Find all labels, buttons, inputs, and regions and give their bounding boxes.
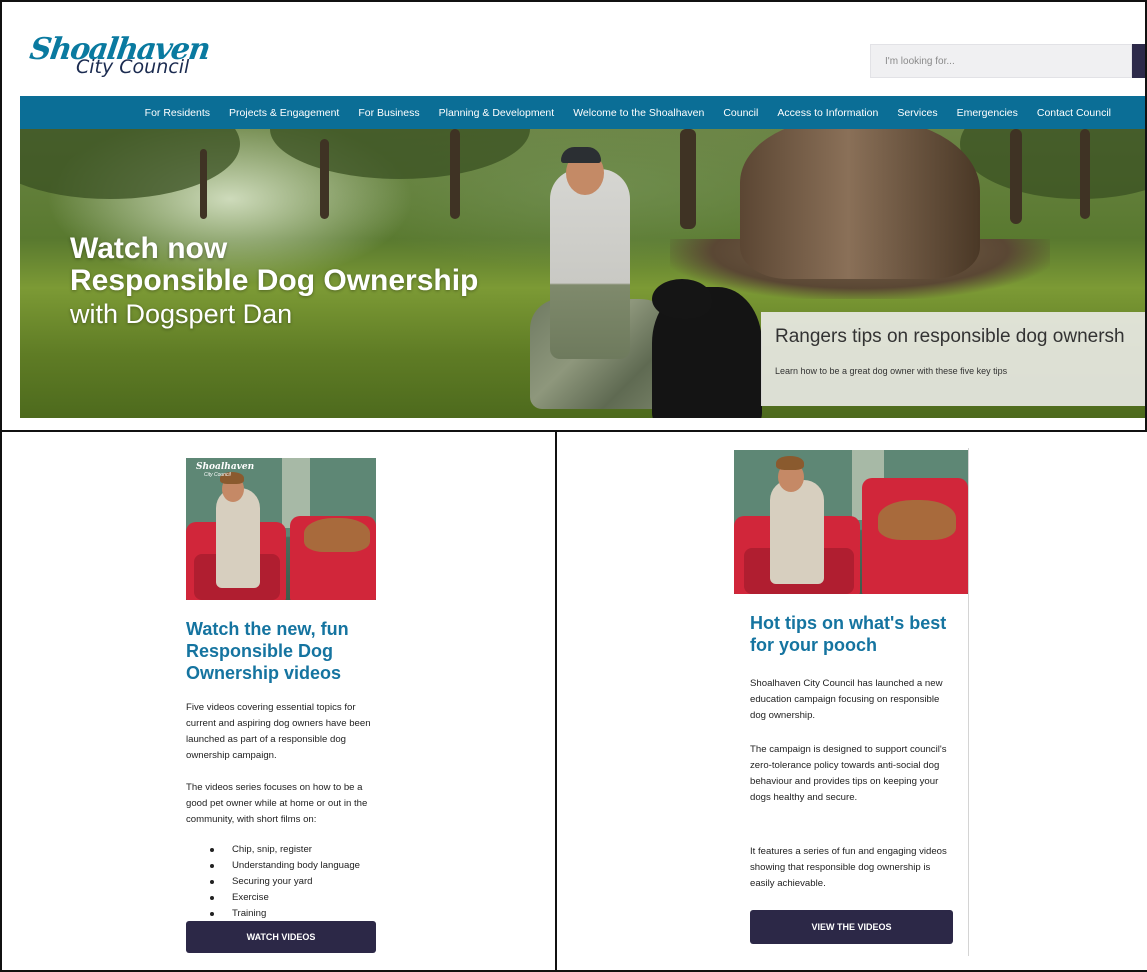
hero-tree-trunk bbox=[450, 129, 460, 219]
hero-tree-trunk bbox=[1080, 129, 1090, 219]
right-card-paragraph-2: The campaign is designed to support coun… bbox=[750, 744, 947, 803]
left-card-image[interactable]: Shoalhaven City Council bbox=[186, 458, 376, 600]
resting-dog bbox=[304, 518, 370, 552]
hero-tree-trunk bbox=[200, 149, 207, 219]
view-the-videos-button[interactable]: VIEW THE VIDEOS bbox=[750, 910, 953, 944]
site-header: Shoalhaven City Council bbox=[2, 2, 1145, 96]
nav-item-access-to-information[interactable]: Access to Information bbox=[777, 107, 878, 119]
nav-item-projects-engagement[interactable]: Projects & Engagement bbox=[229, 107, 339, 119]
hero-tree-trunk bbox=[1010, 129, 1022, 224]
logo-sub-text: City Council bbox=[76, 56, 190, 78]
hero-person-cap bbox=[561, 147, 601, 163]
hero-person-body bbox=[550, 169, 630, 359]
seated-man bbox=[216, 488, 260, 588]
website-screenshot-panel: Shoalhaven City Council For Residents Pr… bbox=[0, 0, 1147, 432]
right-card-title[interactable]: Hot tips on what's best for your pooch bbox=[750, 612, 960, 656]
search-button[interactable] bbox=[1132, 44, 1145, 78]
search-input[interactable] bbox=[870, 44, 1132, 78]
hero-line-3: with Dogspert Dan bbox=[70, 299, 293, 329]
hero-headline: Watch now Responsible Dog Ownership with… bbox=[70, 233, 478, 331]
nav-item-emergencies[interactable]: Emergencies bbox=[957, 107, 1018, 119]
watch-videos-button[interactable]: WATCH VIDEOS bbox=[186, 921, 376, 953]
hero-big-tree-trunk bbox=[740, 129, 980, 279]
nav-item-planning-development[interactable]: Planning & Development bbox=[439, 107, 555, 119]
hero-tree-canopy bbox=[20, 129, 240, 199]
hero-line-1: Watch now bbox=[70, 232, 228, 265]
right-card-paragraph-1: Shoalhaven City Council has launched a n… bbox=[750, 678, 943, 721]
list-item: Training bbox=[210, 906, 400, 922]
right-card-panel: Hot tips on what's best for your pooch S… bbox=[555, 430, 1147, 972]
hero-caption-card[interactable]: Rangers tips on responsible dog ownersh … bbox=[761, 312, 1145, 406]
thumb-logo-sub-text: City Council bbox=[204, 472, 231, 478]
hero-card-subtitle: Learn how to be a great dog owner with t… bbox=[775, 366, 1008, 376]
left-card-topic-list: Chip, snip, register Understanding body … bbox=[210, 842, 400, 922]
left-card-panel: Shoalhaven City Council Watch the new, f… bbox=[0, 430, 557, 972]
nav-item-contact-council[interactable]: Contact Council bbox=[1037, 107, 1111, 119]
list-item: Chip, snip, register bbox=[210, 842, 400, 858]
left-card-paragraph-2: The videos series focuses on how to be a… bbox=[186, 782, 368, 825]
hero-tree-trunk bbox=[680, 129, 696, 229]
main-navigation: For Residents Projects & Engagement For … bbox=[20, 96, 1145, 129]
nav-item-for-business[interactable]: For Business bbox=[358, 107, 419, 119]
left-card-title[interactable]: Watch the new, fun Responsible Dog Owner… bbox=[186, 618, 386, 684]
list-item: Exercise bbox=[210, 890, 400, 906]
right-card-paragraph-3: It features a series of fun and engaging… bbox=[750, 846, 947, 889]
seated-man bbox=[770, 480, 824, 584]
hero-dog-head bbox=[652, 279, 712, 319]
thumb-logo-text: Shoalhaven bbox=[196, 462, 255, 472]
hero-card-title: Rangers tips on responsible dog ownersh bbox=[775, 326, 1125, 347]
nav-item-for-residents[interactable]: For Residents bbox=[145, 107, 210, 119]
list-item: Understanding body language bbox=[210, 858, 400, 874]
man-hair bbox=[776, 456, 804, 470]
hero-line-2: Responsible Dog Ownership bbox=[70, 264, 479, 297]
nav-item-council[interactable]: Council bbox=[723, 107, 758, 119]
resting-dog bbox=[878, 500, 956, 540]
council-logo[interactable]: Shoalhaven City Council bbox=[28, 32, 212, 82]
hero-tree-trunk bbox=[320, 139, 329, 219]
hero-tree-canopy bbox=[960, 129, 1145, 199]
hero-tree-canopy bbox=[270, 129, 530, 179]
right-card-image[interactable] bbox=[734, 450, 968, 594]
left-card-paragraph-1: Five videos covering essential topics fo… bbox=[186, 702, 371, 761]
list-item: Securing your yard bbox=[210, 874, 400, 890]
nav-item-welcome[interactable]: Welcome to the Shoalhaven bbox=[573, 107, 704, 119]
card-right-border bbox=[968, 448, 969, 956]
hero-banner[interactable]: Watch now Responsible Dog Ownership with… bbox=[20, 129, 1145, 418]
nav-item-services[interactable]: Services bbox=[897, 107, 937, 119]
